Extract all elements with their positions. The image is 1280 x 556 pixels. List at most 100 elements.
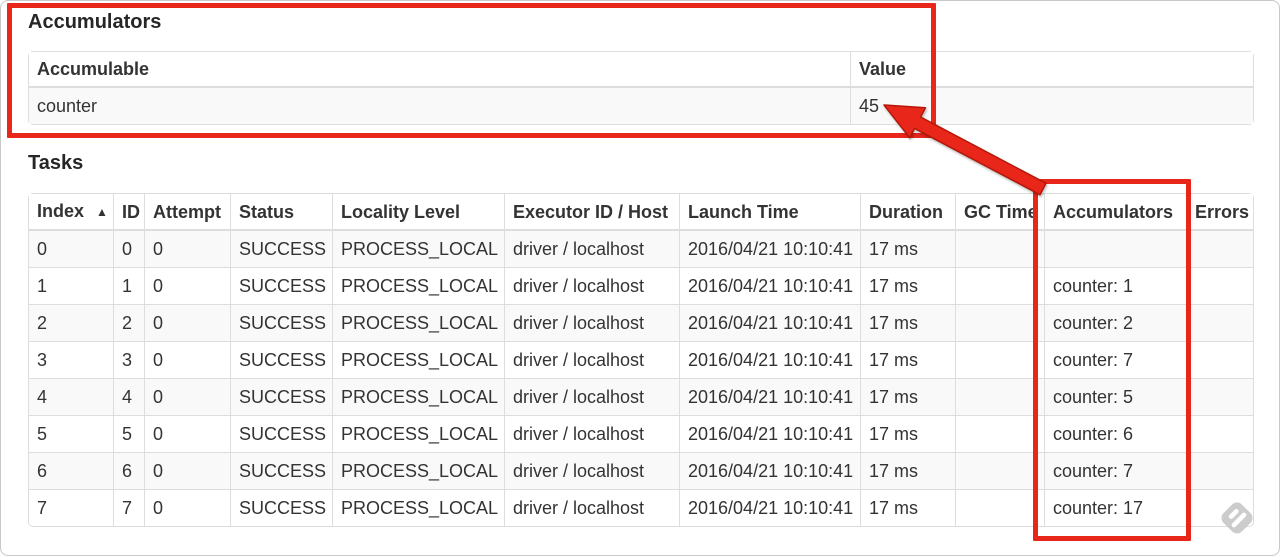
cell-locality-level: PROCESS_LOCAL [332, 415, 504, 452]
task-row: 3 3 0 SUCCESS PROCESS_LOCAL driver / loc… [29, 341, 1253, 378]
cell-index: 5 [29, 415, 113, 452]
cell-accumulators [1044, 231, 1186, 267]
cell-gc-time [955, 231, 1044, 267]
cell-locality-level: PROCESS_LOCAL [332, 231, 504, 267]
cell-accumulators: counter: 2 [1044, 304, 1186, 341]
column-header-gc-time[interactable]: GC Time [955, 194, 1044, 231]
column-header-executor-id-host[interactable]: Executor ID / Host [504, 194, 679, 231]
cell-locality-level: PROCESS_LOCAL [332, 489, 504, 526]
cell-attempt: 0 [144, 341, 230, 378]
cell-status: SUCCESS [230, 231, 332, 267]
cell-errors [1186, 489, 1253, 526]
column-header-errors[interactable]: Errors [1186, 194, 1253, 231]
cell-executor-id-host: driver / localhost [504, 231, 679, 267]
cell-launch-time: 2016/04/21 10:10:41 [679, 304, 860, 341]
cell-gc-time [955, 267, 1044, 304]
cell-locality-level: PROCESS_LOCAL [332, 341, 504, 378]
cell-status: SUCCESS [230, 341, 332, 378]
column-header-attempt[interactable]: Attempt [144, 194, 230, 231]
column-header-id[interactable]: ID [113, 194, 144, 231]
cell-launch-time: 2016/04/21 10:10:41 [679, 341, 860, 378]
cell-launch-time: 2016/04/21 10:10:41 [679, 452, 860, 489]
cell-index: 1 [29, 267, 113, 304]
cell-duration: 17 ms [860, 489, 955, 526]
cell-attempt: 0 [144, 489, 230, 526]
cell-gc-time [955, 304, 1044, 341]
task-row: 1 1 0 SUCCESS PROCESS_LOCAL driver / loc… [29, 267, 1253, 304]
accumulator-row: counter 45 [29, 88, 1253, 124]
cell-accumulators: counter: 17 [1044, 489, 1186, 526]
cell-attempt: 0 [144, 304, 230, 341]
cell-duration: 17 ms [860, 231, 955, 267]
cell-status: SUCCESS [230, 304, 332, 341]
cell-attempt: 0 [144, 231, 230, 267]
value-column-header[interactable]: Value [850, 52, 1253, 88]
cell-accumulators: counter: 7 [1044, 452, 1186, 489]
cell-id: 0 [113, 231, 144, 267]
task-row: 7 7 0 SUCCESS PROCESS_LOCAL driver / loc… [29, 489, 1253, 526]
tasks-table: Index ▲ ID Attempt Status Locality Level … [28, 193, 1254, 527]
cell-gc-time [955, 489, 1044, 526]
tasks-header-row: Index ▲ ID Attempt Status Locality Level … [29, 194, 1253, 231]
cell-executor-id-host: driver / localhost [504, 489, 679, 526]
cell-executor-id-host: driver / localhost [504, 267, 679, 304]
cell-launch-time: 2016/04/21 10:10:41 [679, 267, 860, 304]
cell-id: 3 [113, 341, 144, 378]
cell-attempt: 0 [144, 267, 230, 304]
cell-duration: 17 ms [860, 378, 955, 415]
task-row: 2 2 0 SUCCESS PROCESS_LOCAL driver / loc… [29, 304, 1253, 341]
cell-index: 4 [29, 378, 113, 415]
cell-errors [1186, 304, 1253, 341]
cell-duration: 17 ms [860, 415, 955, 452]
cell-errors [1186, 452, 1253, 489]
cell-id: 6 [113, 452, 144, 489]
accumulators-section-title: Accumulators [28, 11, 162, 33]
column-header-duration[interactable]: Duration [860, 194, 955, 231]
cell-locality-level: PROCESS_LOCAL [332, 267, 504, 304]
accumulators-header-row: Accumulable Value [29, 52, 1253, 88]
cell-executor-id-host: driver / localhost [504, 378, 679, 415]
cell-errors [1186, 378, 1253, 415]
accumulators-table: Accumulable Value counter 45 [28, 51, 1254, 125]
column-header-index[interactable]: Index ▲ [29, 194, 113, 231]
column-header-index-label: Index [37, 201, 85, 221]
task-row: 6 6 0 SUCCESS PROCESS_LOCAL driver / loc… [29, 452, 1253, 489]
cell-accumulators: counter: 5 [1044, 378, 1186, 415]
cell-index: 3 [29, 341, 113, 378]
cell-locality-level: PROCESS_LOCAL [332, 378, 504, 415]
spark-ui-page: Accumulators Accumulable Value counter 4… [0, 0, 1280, 556]
cell-executor-id-host: driver / localhost [504, 304, 679, 341]
cell-id: 7 [113, 489, 144, 526]
cell-index: 6 [29, 452, 113, 489]
cell-accumulators: counter: 6 [1044, 415, 1186, 452]
column-header-accumulators[interactable]: Accumulators [1044, 194, 1186, 231]
cell-errors [1186, 267, 1253, 304]
accumulable-column-header[interactable]: Accumulable [29, 52, 850, 88]
cell-errors [1186, 415, 1253, 452]
accumulable-value-cell: 45 [850, 88, 1253, 124]
cell-duration: 17 ms [860, 267, 955, 304]
cell-gc-time [955, 341, 1044, 378]
cell-launch-time: 2016/04/21 10:10:41 [679, 415, 860, 452]
cell-launch-time: 2016/04/21 10:10:41 [679, 231, 860, 267]
cell-status: SUCCESS [230, 452, 332, 489]
cell-status: SUCCESS [230, 489, 332, 526]
cell-duration: 17 ms [860, 452, 955, 489]
tasks-section-title: Tasks [28, 152, 84, 174]
cell-executor-id-host: driver / localhost [504, 452, 679, 489]
cell-index: 7 [29, 489, 113, 526]
cell-accumulators: counter: 1 [1044, 267, 1186, 304]
cell-index: 0 [37, 239, 48, 259]
cell-attempt: 0 [144, 378, 230, 415]
cell-gc-time [955, 415, 1044, 452]
cell-locality-level: PROCESS_LOCAL [332, 452, 504, 489]
cell-id: 2 [113, 304, 144, 341]
column-header-launch-time[interactable]: Launch Time [679, 194, 860, 231]
cell-executor-id-host: driver / localhost [504, 415, 679, 452]
task-row: 5 5 0 SUCCESS PROCESS_LOCAL driver / loc… [29, 415, 1253, 452]
column-header-locality-level[interactable]: Locality Level [332, 194, 504, 231]
tasks-table-body: 0 0 0 SUCCESS PROCESS_LOCAL driver / loc… [29, 231, 1253, 526]
cell-status: SUCCESS [230, 415, 332, 452]
column-header-status[interactable]: Status [230, 194, 332, 231]
cell-id: 5 [113, 415, 144, 452]
